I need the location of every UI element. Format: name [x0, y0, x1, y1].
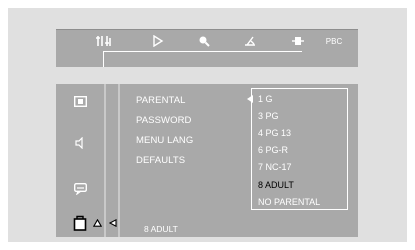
tab-audio-settings[interactable]: [82, 30, 126, 52]
warning-triangle-icon: [93, 219, 102, 227]
option-1-g[interactable]: 1 G: [258, 94, 273, 104]
setup-panel: PARENTAL PASSWORD MENU LANG DEFAULTS 1 G…: [56, 84, 358, 237]
current-section-pointer-icon: [109, 219, 117, 227]
sidebar-divider-2: [118, 84, 120, 237]
tab-pbc[interactable]: PBC: [312, 30, 356, 52]
tab-play[interactable]: [136, 30, 180, 52]
topbar-divider: [103, 51, 302, 52]
angle-icon: [245, 36, 255, 46]
subtitle-screen-icon: [73, 183, 87, 195]
menu-item-defaults[interactable]: DEFAULTS: [136, 155, 185, 166]
option-7-nc17[interactable]: 7 NC-17: [258, 162, 292, 172]
play-icon: [153, 35, 164, 47]
option-pointer-icon: [247, 95, 253, 103]
current-setting-value: 8 ADULT: [144, 224, 178, 234]
top-tab-bar: PBC: [56, 29, 358, 67]
zoom-icon: [199, 36, 210, 47]
sidebar-item-audio[interactable]: [72, 135, 88, 151]
subtitle-icon: [292, 37, 304, 45]
pbc-label: PBC: [325, 36, 343, 46]
speaker-icon: [75, 137, 83, 149]
menu-item-menu-lang[interactable]: MENU LANG: [136, 135, 193, 146]
option-3-pg[interactable]: 3 PG: [258, 111, 279, 121]
display-icon: [73, 95, 87, 107]
menu-item-parental[interactable]: PARENTAL: [136, 95, 186, 106]
tab-zoom[interactable]: [182, 30, 226, 52]
menu-item-password[interactable]: PASSWORD: [136, 115, 192, 126]
sidebar: [56, 84, 104, 237]
sidebar-divider: [104, 84, 106, 237]
lock-icon: [73, 215, 87, 231]
option-8-adult[interactable]: 8 ADULT: [258, 180, 294, 190]
sidebar-item-parental[interactable]: [72, 215, 88, 231]
option-4-pg13[interactable]: 4 PG 13: [258, 128, 291, 138]
topbar-divider-vertical: [103, 51, 104, 67]
audio-settings-icon: [96, 36, 111, 46]
sidebar-item-display[interactable]: [72, 93, 88, 109]
option-6-pgr[interactable]: 6 PG-R: [258, 145, 288, 155]
option-no-parental[interactable]: NO PARENTAL: [258, 197, 320, 207]
tab-angle[interactable]: [228, 30, 272, 52]
sidebar-item-subtitle[interactable]: [72, 181, 88, 197]
